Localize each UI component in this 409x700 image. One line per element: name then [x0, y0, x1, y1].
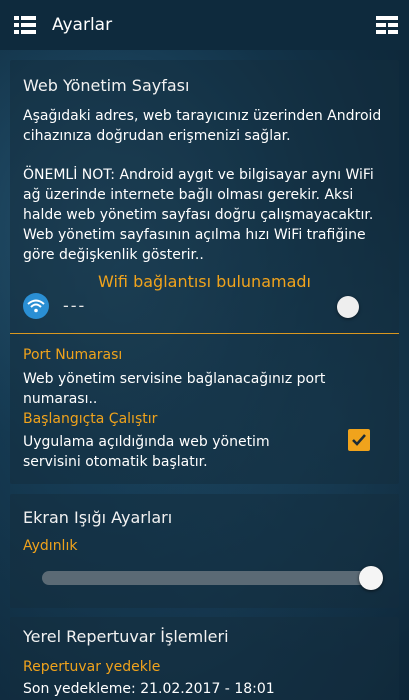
- list-menu-icon: [14, 16, 36, 34]
- backup-label[interactable]: Repertuvar yedekle: [23, 659, 160, 675]
- port-title: Port Numarası: [23, 347, 123, 363]
- wifi-status: Wifi bağlantısı bulunamadı: [98, 272, 311, 291]
- local-repo-card: Yerel Repertuvar İşlemleri Repertuvar ye…: [10, 617, 399, 700]
- local-repo-title: Yerel Repertuvar İşlemleri: [23, 627, 229, 646]
- brightness-slider-track[interactable]: [42, 571, 368, 585]
- overflow-menu-button[interactable]: [375, 13, 399, 37]
- grid-menu-icon: [376, 16, 398, 34]
- autostart-description: Uygulama açıldığında web yönetim servisi…: [23, 434, 270, 470]
- important-note: ÖNEMLİ NOT: Android aygıt ve bilgisayar …: [23, 167, 374, 263]
- web-management-card: Web Yönetim Sayfası Aşağıdaki adres, web…: [10, 60, 399, 484]
- brightness-slider-thumb[interactable]: [359, 566, 383, 590]
- web-address-value[interactable]: ---: [63, 296, 86, 315]
- app-bar: Ayarlar: [0, 0, 409, 50]
- brightness-slider-fill: [42, 571, 368, 585]
- menu-button[interactable]: [0, 0, 50, 50]
- web-management-description: Aşağıdaki adres, web tarayıcınız üzerind…: [23, 108, 382, 144]
- autostart-checkbox[interactable]: [348, 429, 370, 451]
- check-icon: [352, 434, 366, 446]
- last-backup-text: Son yedekleme: 21.02.2017 - 18:01: [23, 681, 275, 697]
- wifi-icon: [23, 293, 49, 319]
- autostart-title: Başlangıçta Çalıştır: [23, 411, 158, 427]
- web-management-title: Web Yönetim Sayfası: [23, 76, 190, 95]
- screen-light-card: Ekran Işığı Ayarları Aydınlık: [10, 494, 399, 608]
- page-title: Ayarlar: [52, 15, 113, 35]
- web-service-switch[interactable]: [337, 296, 359, 318]
- screen-light-title: Ekran Işığı Ayarları: [23, 508, 173, 527]
- brightness-label: Aydınlık: [23, 538, 78, 554]
- port-description[interactable]: Web yönetim servisine bağlanacağınız por…: [23, 369, 393, 409]
- divider: [10, 333, 399, 334]
